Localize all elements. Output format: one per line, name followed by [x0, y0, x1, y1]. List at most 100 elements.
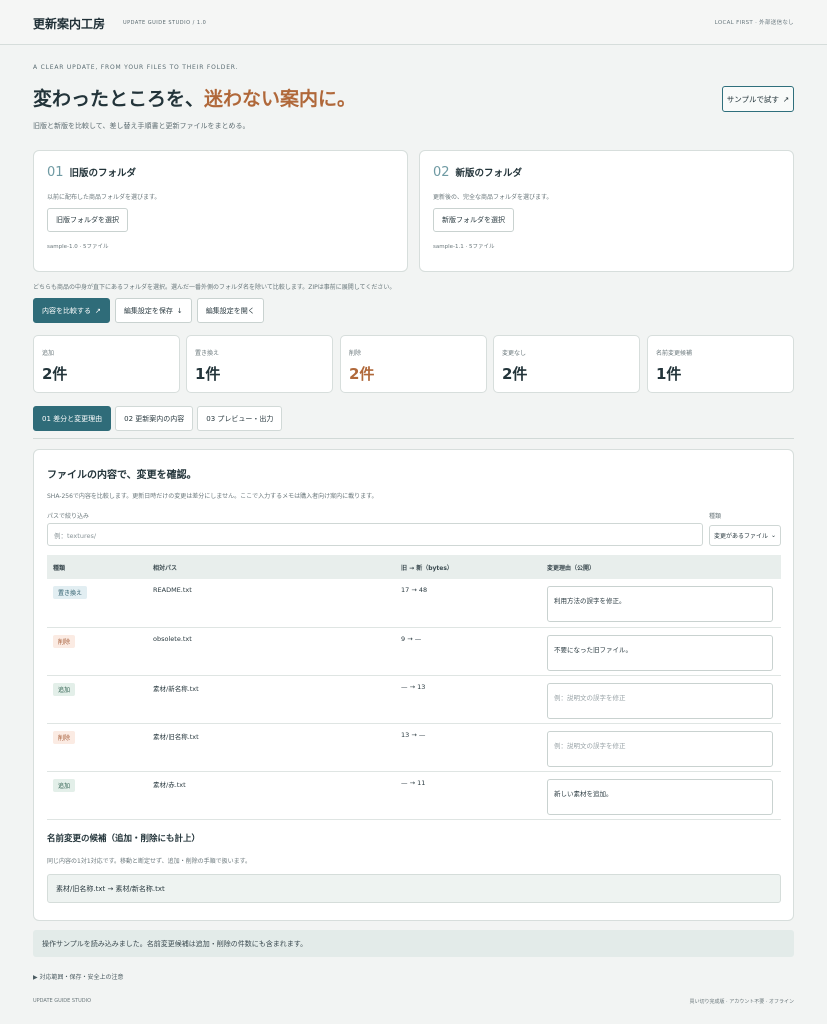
table-row: 追加 素材/赤.txt — → 11 新しい素材を追加。 [47, 771, 781, 819]
new-folder-card: 02 新版のフォルダ 更新後の、完全な商品フォルダを選びます。 新版フォルダを選択… [419, 150, 794, 272]
save-settings-label: 編集設定を保存 [123, 306, 173, 315]
path-filter-input[interactable]: 例：textures/ [47, 523, 703, 546]
stat-value: 1件 [656, 365, 682, 383]
old-folder-card: 01 旧版のフォルダ 以前に配布した商品フォルダを選びます。 旧版フォルダを選択 … [33, 150, 408, 272]
kind-badge: 追加 [53, 778, 76, 792]
relative-path: 素材/新名称.txt [153, 684, 199, 693]
diff-title: ファイルの内容で、変更を確認。 [47, 470, 197, 481]
filter-label: パスで絞り込み [47, 513, 90, 520]
diff-desc: SHA-256で内容を比較します。更新日時だけの変更は差分にしません。ここで入力… [47, 493, 378, 500]
local-first-note: LOCAL FIRST · 外部送信なし [714, 20, 794, 26]
table-header: 種類 相対パス 旧 → 新（bytes） 変更理由（公開） [47, 555, 781, 579]
size-change: — → 13 [401, 682, 426, 691]
tab-bar: 01 差分と変更理由 02 更新案内の内容 03 プレビュー・出力 [33, 406, 283, 431]
table-row: 削除 素材/旧名称.txt 13 → — 例：説明文の誤字を修正 [47, 723, 781, 771]
reason-input[interactable]: 新しい素材を追加。 [547, 778, 773, 815]
action-bar: 内容を比較する ↗ 編集設定を保存 ↓ 編集設定を開く [33, 298, 264, 323]
stat-value: 1件 [195, 365, 221, 383]
reason-input[interactable]: 不要になった旧ファイル。 [547, 634, 773, 671]
tab-guide-content[interactable]: 02 更新案内の内容 [115, 406, 194, 431]
headline-accent: 迷わない案内に。 [204, 88, 357, 110]
kind-label: 種類 [709, 513, 722, 520]
stat-label: 名前変更候補 [656, 350, 693, 357]
status-message: 操作サンプルを読み込みました。名前変更候補は追加・削除の件数にも含まれます。 [33, 930, 794, 957]
size-change: 13 → — [401, 730, 426, 739]
stat-label: 削除 [349, 350, 362, 357]
stat-label: 変更なし [502, 350, 527, 357]
reason-input[interactable]: 例：説明文の誤字を修正 [547, 682, 773, 719]
try-sample-button[interactable]: サンプルで試す ↗ [722, 86, 794, 112]
stat-replaced: 置き換え 1件 [186, 335, 333, 393]
table-row: 追加 素材/新名称.txt — → 13 例：説明文の誤字を修正 [47, 675, 781, 723]
select-old-folder-button[interactable]: 旧版フォルダを選択 [47, 208, 128, 232]
reason-input[interactable]: 利用方法の誤字を修正。 [547, 586, 773, 622]
page-headline: 変わったところを、迷わない案内に。 [33, 84, 356, 111]
arrow-up-right-icon: ↗ [95, 306, 101, 315]
relative-path: README.txt [153, 586, 192, 594]
brand-subtitle: UPDATE GUIDE STUDIO / 1.0 [123, 20, 207, 26]
headline-main: 変わったところを、 [33, 88, 205, 110]
relative-path: 素材/旧名称.txt [153, 732, 199, 741]
kind-badge: 削除 [53, 634, 76, 648]
tab-divider [33, 438, 794, 439]
stat-value: 2件 [502, 365, 528, 383]
old-folder-title: 旧版のフォルダ [69, 168, 137, 179]
tab-preview-output[interactable]: 03 プレビュー・出力 [197, 406, 283, 431]
old-folder-step: 01 [47, 165, 64, 180]
kind-select[interactable]: 変更があるファイル ⌄ [709, 525, 781, 546]
size-change: 17 → 48 [401, 586, 428, 594]
tab-diff-reasons[interactable]: 01 差分と変更理由 [33, 406, 112, 431]
kind-select-value: 変更があるファイル [714, 533, 769, 540]
footer-note: 買い切り完成版 · アカウント不要 · オフライン [689, 999, 794, 1005]
column-header: 旧 → 新（bytes） [401, 564, 453, 572]
stat-value: 2件 [42, 365, 68, 383]
select-new-folder-button[interactable]: 新版フォルダを選択 [433, 208, 514, 232]
top-bar: 更新案内工房 UPDATE GUIDE STUDIO / 1.0 LOCAL F… [0, 0, 827, 45]
table-row: 削除 obsolete.txt 9 → — 不要になった旧ファイル。 [47, 627, 781, 675]
compare-button[interactable]: 内容を比較する ↗ [33, 298, 110, 323]
column-header: 相対パス [153, 564, 178, 572]
folder-note: どちらも商品の中身が直下にあるフォルダを選択。選んだ一番外側のフォルダ名を除いて… [33, 284, 396, 291]
stat-value: 2件 [349, 365, 375, 383]
new-folder-title: 新版のフォルダ [455, 168, 523, 179]
rename-desc: 同じ内容の1対1対応です。移動と断定せず、追加・削除の手順で扱います。 [47, 858, 252, 865]
open-settings-button[interactable]: 編集設定を開く [196, 298, 264, 323]
old-folder-meta: sample-1.0 · 5ファイル [47, 244, 109, 250]
compare-label: 内容を比較する [42, 306, 91, 315]
diff-panel: ファイルの内容で、変更を確認。 SHA-256で内容を比較します。更新日時だけの… [33, 449, 794, 921]
diff-table: 種類 相対パス 旧 → 新（bytes） 変更理由（公開） 置き換え READM… [47, 555, 781, 820]
reason-input[interactable]: 例：説明文の誤字を修正 [547, 730, 773, 767]
old-folder-desc: 以前に配布した商品フォルダを選びます。 [47, 194, 161, 201]
stat-label: 追加 [42, 350, 55, 357]
try-sample-label: サンプルで試す [726, 94, 779, 104]
stat-unchanged: 変更なし 2件 [493, 335, 640, 393]
rename-candidate: 素材/旧名称.txt → 素材/新名称.txt [47, 874, 781, 903]
details-toggle[interactable]: ▶ 対応範囲・保存・安全上の注意 [33, 972, 124, 981]
brand-title: 更新案内工房 [33, 17, 106, 31]
new-folder-desc: 更新後の、完全な商品フォルダを選びます。 [433, 194, 553, 201]
stat-rename-candidates: 名前変更候補 1件 [647, 335, 794, 393]
relative-path: 素材/赤.txt [153, 780, 186, 789]
relative-path: obsolete.txt [153, 634, 192, 643]
column-header: 種類 [53, 564, 66, 572]
stat-deleted: 削除 2件 [340, 335, 487, 393]
chevron-down-icon: ⌄ [770, 532, 776, 539]
stat-added: 追加 2件 [33, 335, 180, 393]
page-subhead: 旧版と新版を比較して、差し替え手順書と更新ファイルをまとめる。 [33, 122, 250, 130]
kind-badge: 削除 [53, 730, 76, 744]
kind-badge: 置き換え [53, 586, 88, 599]
table-row: 置き換え README.txt 17 → 48 利用方法の誤字を修正。 [47, 579, 781, 627]
download-arrow-icon: ↓ [176, 306, 183, 315]
footer-brand: UPDATE GUIDE STUDIO [33, 998, 92, 1004]
new-folder-step: 02 [433, 165, 450, 180]
rename-title: 名前変更の候補（追加・削除にも計上） [47, 834, 201, 844]
stat-label: 置き換え [195, 350, 220, 357]
kind-badge: 追加 [53, 682, 76, 696]
size-change: — → 11 [401, 778, 426, 787]
size-change: 9 → — [401, 634, 422, 643]
tagline: A CLEAR UPDATE, FROM YOUR FILES TO THEIR… [33, 64, 239, 71]
save-settings-button[interactable]: 編集設定を保存 ↓ [114, 298, 192, 323]
column-header: 変更理由（公開） [547, 564, 596, 572]
new-folder-meta: sample-1.1 · 5ファイル [433, 244, 495, 250]
arrow-up-right-icon: ↗ [782, 94, 790, 104]
